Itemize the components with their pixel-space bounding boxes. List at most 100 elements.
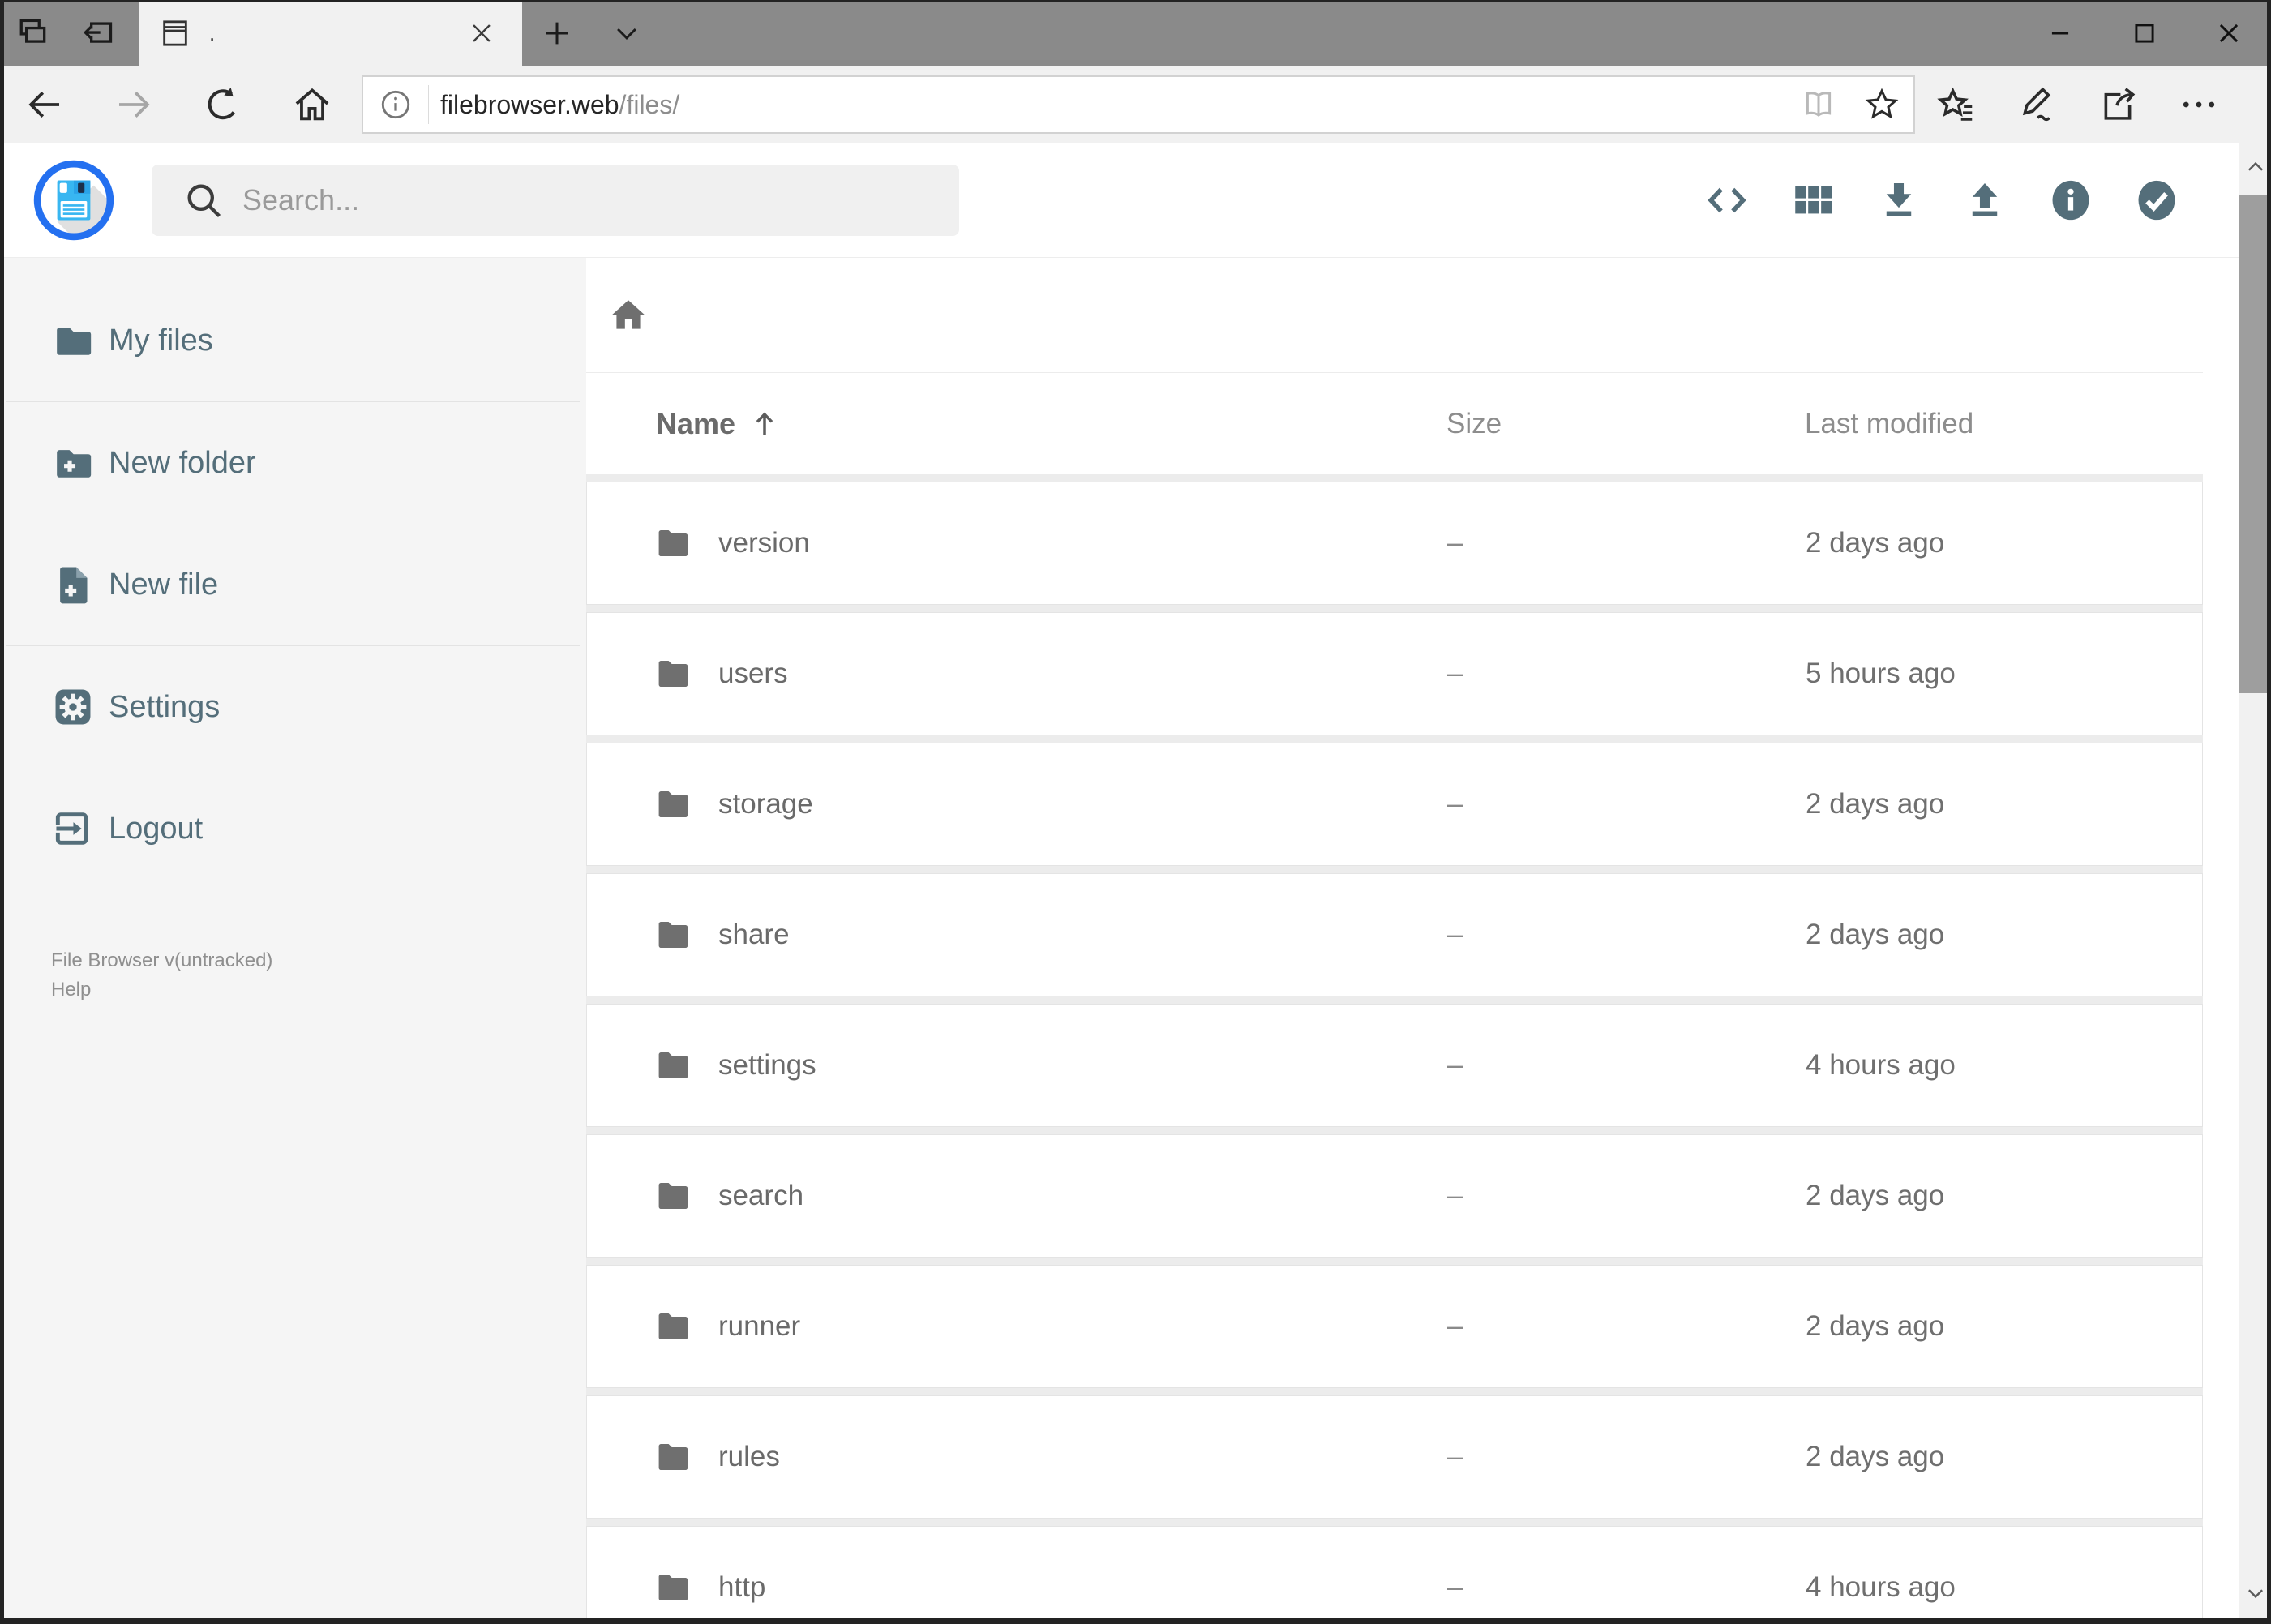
file-modified: 2 days ago [1806, 788, 1945, 820]
address-bar[interactable]: filebrowser.web/files/ [362, 75, 1915, 134]
file-name-cell: http [587, 1569, 1379, 1606]
minimize-icon [2042, 15, 2078, 51]
grid-view-button[interactable] [1770, 157, 1856, 243]
titlebar-drag-area [662, 0, 2018, 66]
search-icon [182, 179, 225, 221]
file-plus-icon [50, 562, 96, 607]
logout-icon [50, 806, 96, 851]
help-link[interactable]: Help [51, 975, 586, 1005]
minimize-button[interactable] [2018, 0, 2102, 66]
breadcrumb-home-icon[interactable] [608, 295, 649, 336]
folder-plus-icon [50, 440, 96, 486]
column-header-name[interactable]: Name [586, 407, 1378, 441]
file-name-cell: users [587, 655, 1379, 692]
file-name: share [718, 919, 790, 950]
column-header-size[interactable]: Size [1378, 408, 1737, 440]
tab-preview-icon [15, 15, 50, 51]
pen-icon [2015, 83, 2059, 126]
file-name-cell: storage [587, 786, 1379, 823]
file-row[interactable]: runner – 2 days ago [586, 1265, 2203, 1388]
file-name: search [718, 1180, 804, 1211]
search-input[interactable] [242, 182, 959, 217]
raw-view-button[interactable] [1684, 157, 1770, 243]
sidebar-item-settings[interactable]: Settings [0, 646, 586, 768]
sidebar-item-label: Settings [109, 689, 221, 724]
file-modified: 2 days ago [1806, 1441, 1945, 1472]
info-button[interactable] [2028, 157, 2114, 243]
file-modified: 4 hours ago [1806, 1049, 1956, 1081]
file-row[interactable]: settings – 4 hours ago [586, 1004, 2203, 1127]
new-tab-button[interactable] [522, 0, 592, 66]
close-window-button[interactable] [2187, 0, 2271, 66]
file-modified: 4 hours ago [1806, 1571, 1956, 1603]
file-row[interactable]: rules – 2 days ago [586, 1395, 2203, 1519]
url-host: filebrowser.web [440, 89, 619, 119]
file-modified: 5 hours ago [1806, 658, 1956, 689]
back-button[interactable] [0, 66, 89, 143]
file-row[interactable]: search – 2 days ago [586, 1134, 2203, 1258]
file-row[interactable]: http – 4 hours ago [586, 1526, 2203, 1618]
download-button[interactable] [1856, 157, 1942, 243]
sidebar-item-my-files[interactable]: My files [0, 280, 586, 401]
column-label: Name [656, 406, 736, 440]
reading-view-icon[interactable] [1787, 85, 1850, 124]
download-icon [1875, 177, 1922, 224]
file-name-cell: share [587, 916, 1379, 953]
column-header-modified[interactable]: Last modified [1737, 408, 2203, 440]
add-favorite-star-icon[interactable] [1850, 85, 1913, 124]
chevron-down-icon [611, 17, 643, 49]
file-name-cell: version [587, 525, 1379, 562]
file-size: – [1447, 788, 1463, 820]
file-row[interactable]: users – 5 hours ago [586, 612, 2203, 735]
upload-icon [1961, 177, 2008, 224]
site-info-icon[interactable] [363, 86, 428, 123]
select-button[interactable] [2114, 157, 2200, 243]
sidebar-item-label: New file [109, 567, 219, 602]
file-modified: 2 days ago [1806, 1180, 1945, 1211]
favorites-hub-button[interactable] [1915, 66, 1996, 143]
share-button[interactable] [2077, 66, 2158, 143]
refresh-button[interactable] [178, 66, 268, 143]
search-box[interactable] [152, 164, 959, 236]
file-name-cell: settings [587, 1047, 1379, 1084]
sidebar-item-new-folder[interactable]: New folder [0, 402, 586, 524]
gear-icon [50, 684, 96, 730]
file-row[interactable]: version – 2 days ago [586, 482, 2203, 605]
plus-icon [541, 17, 573, 49]
refresh-icon [201, 83, 245, 126]
file-name-cell: rules [587, 1438, 1379, 1476]
version-text: File Browser v(untracked) [51, 949, 273, 971]
tab-preview-button[interactable] [0, 0, 65, 66]
folder-icon [653, 655, 692, 692]
code-brackets-icon [1703, 177, 1750, 224]
file-modified: 2 days ago [1806, 1310, 1945, 1342]
share-icon [2096, 83, 2140, 126]
url-path: /files/ [619, 89, 680, 119]
file-row[interactable]: storage – 2 days ago [586, 743, 2203, 866]
url-text[interactable]: filebrowser.web/files/ [440, 90, 1787, 120]
table-header: Name Size Last modified [586, 373, 2203, 474]
file-size: – [1447, 1310, 1463, 1342]
browser-tab[interactable]: . [139, 0, 522, 66]
tab-close-icon[interactable] [459, 11, 504, 56]
file-size: – [1447, 919, 1463, 950]
file-size: – [1447, 1049, 1463, 1081]
file-size: – [1447, 658, 1463, 689]
web-note-button[interactable] [1996, 66, 2077, 143]
home-button[interactable] [268, 66, 357, 143]
file-row[interactable]: share – 2 days ago [586, 873, 2203, 996]
favorites-hub-icon [1934, 83, 1977, 126]
folder-icon [50, 318, 96, 363]
header-actions [1684, 157, 2200, 243]
info-icon [2047, 177, 2094, 224]
window-border [2267, 0, 2271, 1624]
tab-dropdown-button[interactable] [592, 0, 662, 66]
set-tabs-aside-icon [79, 15, 115, 51]
settings-menu-button[interactable] [2158, 66, 2239, 143]
forward-button[interactable] [89, 66, 178, 143]
sidebar-item-logout[interactable]: Logout [0, 768, 586, 889]
set-tabs-aside-button[interactable] [65, 0, 130, 66]
maximize-button[interactable] [2102, 0, 2187, 66]
sidebar-item-new-file[interactable]: New file [0, 524, 586, 645]
upload-button[interactable] [1942, 157, 2028, 243]
